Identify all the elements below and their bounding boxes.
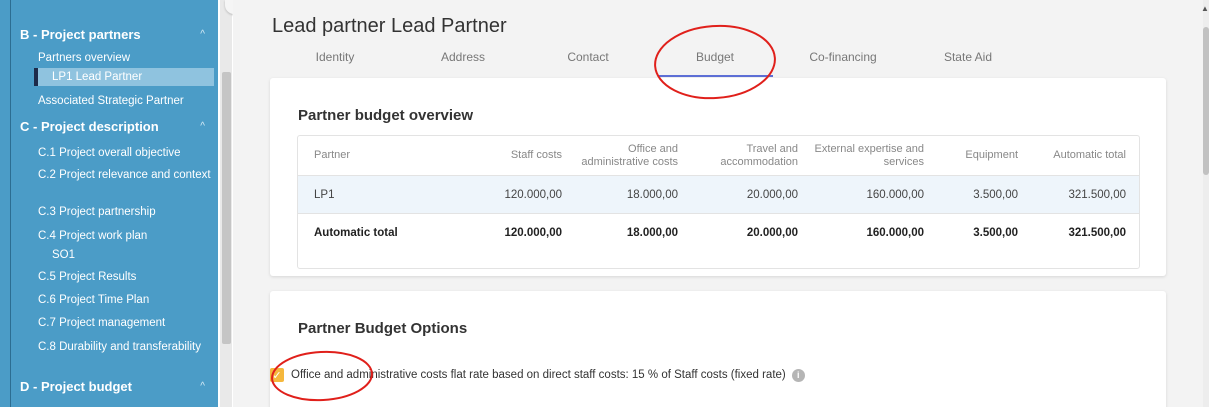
sidebar-item-c4[interactable]: C.4 Project work plan [38, 230, 213, 243]
flat-rate-label: Office and administrative costs flat rat… [291, 369, 786, 381]
sidebar-item-associated-strategic-partner[interactable]: Associated Strategic Partner [38, 95, 213, 108]
sidebar-item-lp1-lead-partner[interactable]: LP1 Lead Partner [52, 71, 218, 84]
sidebar-item-c5[interactable]: C.5 Project Results [38, 271, 213, 284]
sidebar-section-project-budget[interactable]: D - Project budget ^ [20, 374, 215, 398]
table-cell: 3.500,00 [973, 188, 1018, 201]
budget-table: Partner Staff costs Office and administr… [297, 135, 1140, 269]
sidebar-tree-line [10, 0, 11, 407]
sidebar-section-project-partners[interactable]: B - Project partners ^ [20, 22, 215, 46]
sidebar-item-c2[interactable]: C.2 Project relevance and context [38, 169, 213, 182]
sidebar-section-project-description[interactable]: C - Project description ^ [20, 114, 215, 138]
table-cell: 20.000,00 [746, 188, 798, 201]
table-cell: 321.500,00 [1068, 188, 1126, 201]
budget-options-card: Partner Budget Options [270, 291, 1166, 407]
table-cell: 20.000,00 [746, 226, 798, 239]
column-header: Partner [314, 149, 351, 161]
check-icon: ✓ [272, 369, 282, 382]
table-row-total: Automatic total 120.000,00 18.000,00 20.… [298, 213, 1139, 251]
table-header-row: Partner Staff costs Office and administr… [298, 136, 1139, 175]
tab-identity[interactable]: Identity [295, 50, 375, 74]
chevron-up-icon: ^ [200, 120, 205, 132]
page-title: Lead partner Lead Partner [272, 15, 507, 37]
table-cell: 18.000,00 [626, 226, 678, 239]
sidebar-nav: B - Project partners ^ Partners overview… [0, 0, 218, 407]
sidebar-item-so1[interactable]: SO1 [52, 249, 218, 262]
sidebar-scrollbar-thumb[interactable] [222, 72, 231, 344]
budget-overview-title: Partner budget overview [298, 107, 474, 124]
table-cell: 160.000,00 [866, 188, 924, 201]
sidebar-active-marker [34, 68, 38, 86]
column-header: Automatic total [1053, 149, 1126, 161]
active-tab-indicator [658, 75, 773, 77]
tab-state-aid[interactable]: State Aid [928, 50, 1008, 74]
column-header: Staff costs [510, 149, 562, 161]
sidebar-item-c6[interactable]: C.6 Project Time Plan [38, 294, 213, 307]
table-cell: LP1 [314, 188, 335, 201]
tab-budget[interactable]: Budget [675, 50, 755, 74]
main-content: Lead partner Lead Partner Identity Addre… [233, 0, 1205, 407]
budget-overview-card: Partner budget overview Partner Staff co… [270, 78, 1166, 276]
scroll-up-arrow-icon[interactable]: ▲ [1201, 4, 1209, 13]
chevron-up-icon: ^ [200, 28, 205, 40]
table-cell: 120.000,00 [504, 226, 562, 239]
sidebar-section-label: D - Project budget [20, 378, 132, 394]
table-cell: 3.500,00 [973, 226, 1018, 239]
column-header: Equipment [965, 149, 1018, 161]
sidebar-item-c1[interactable]: C.1 Project overall objective [38, 147, 213, 160]
table-row: LP1 120.000,00 18.000,00 20.000,00 160.0… [298, 175, 1139, 213]
sidebar: B - Project partners ^ Partners overview… [0, 0, 233, 407]
table-cell: Automatic total [314, 226, 398, 239]
table-cell: 120.000,00 [504, 188, 562, 201]
info-icon[interactable]: i [791, 368, 805, 382]
budget-options-title: Partner Budget Options [298, 320, 468, 337]
flat-rate-checkbox[interactable]: ✓ [270, 368, 284, 382]
chevron-up-icon: ^ [200, 380, 205, 392]
flat-rate-option[interactable]: ✓ Office and administrative costs flat r… [270, 368, 805, 382]
table-cell: 18.000,00 [626, 188, 678, 201]
page-scrollbar-thumb[interactable] [1203, 27, 1209, 175]
table-cell: 321.500,00 [1068, 226, 1126, 239]
sidebar-item-c8[interactable]: C.8 Durability and transferability [38, 341, 213, 354]
column-header: External expertise and services [814, 142, 924, 168]
sidebar-item-partners-overview[interactable]: Partners overview [38, 52, 213, 65]
sidebar-section-label: B - Project partners [20, 26, 141, 42]
column-header: Travel and accommodation [720, 142, 798, 168]
tab-address[interactable]: Address [423, 50, 503, 74]
sidebar-section-label: C - Project description [20, 118, 159, 134]
sidebar-item-c3[interactable]: C.3 Project partnership [38, 206, 213, 219]
tab-co-financing[interactable]: Co-financing [798, 50, 888, 74]
table-cell: 160.000,00 [866, 226, 924, 239]
tab-contact[interactable]: Contact [548, 50, 628, 74]
column-header: Office and administrative costs [581, 142, 678, 168]
sidebar-item-c7[interactable]: C.7 Project management [38, 317, 213, 330]
